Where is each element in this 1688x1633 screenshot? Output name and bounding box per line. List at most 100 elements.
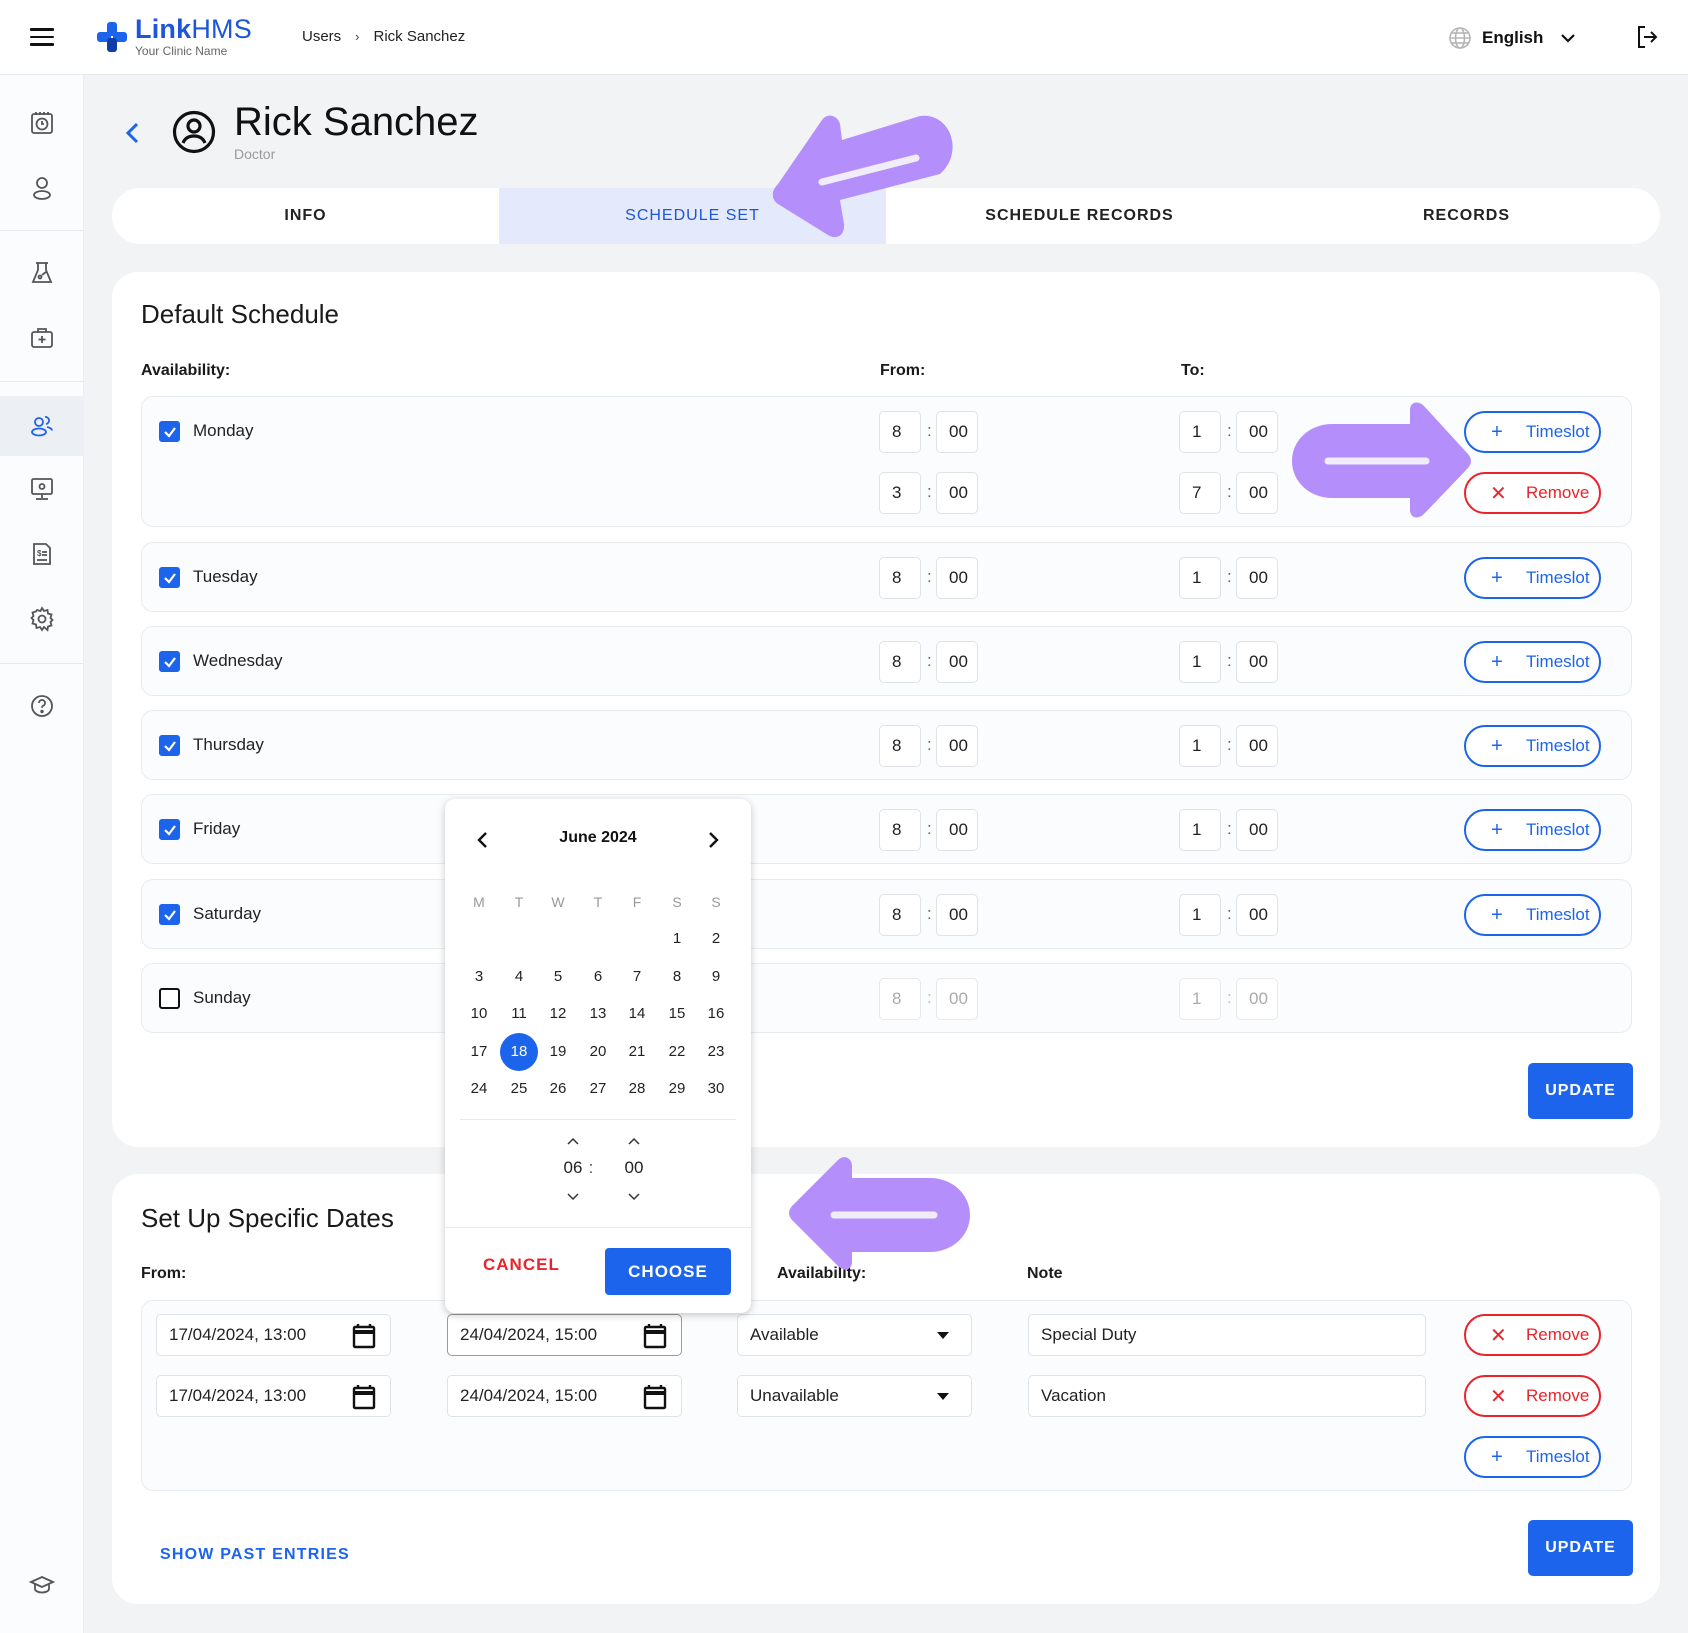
to-hour-input[interactable]: 1: [1179, 641, 1221, 683]
calendar-day[interactable]: 11: [500, 995, 538, 1033]
calendar-day[interactable]: 10: [460, 995, 498, 1033]
calendar-icon[interactable]: [352, 1323, 376, 1349]
sidebar-item-billing[interactable]: $: [0, 526, 84, 582]
to-hour-input[interactable]: 1: [1179, 411, 1221, 453]
calendar-day[interactable]: 25: [500, 1070, 538, 1108]
calendar-day[interactable]: 26: [539, 1070, 577, 1108]
day-checkbox[interactable]: [159, 421, 180, 442]
note-input[interactable]: Special Duty: [1028, 1314, 1426, 1356]
sidebar-item-patients[interactable]: [0, 160, 84, 216]
calendar-day[interactable]: 20: [579, 1033, 617, 1071]
calendar-day[interactable]: 1: [658, 920, 696, 958]
from-minute-input[interactable]: 00: [936, 809, 978, 851]
from-minute-input[interactable]: 00: [936, 641, 978, 683]
calendar-day[interactable]: 28: [618, 1070, 656, 1108]
to-datetime-input[interactable]: 24/04/2024, 15:00: [447, 1314, 682, 1356]
minute-value[interactable]: 00: [619, 1158, 649, 1178]
to-minute-input[interactable]: 00: [1236, 641, 1278, 683]
calendar-day[interactable]: 7: [618, 958, 656, 996]
calendar-day[interactable]: 2: [697, 920, 735, 958]
hour-down-icon[interactable]: [558, 1189, 588, 1205]
from-hour-input[interactable]: 8: [879, 411, 921, 453]
from-minute-input[interactable]: 00: [936, 472, 978, 514]
logout-icon[interactable]: [1634, 24, 1660, 50]
add-timeslot-button[interactable]: + Timeslot: [1464, 725, 1601, 767]
from-hour-input[interactable]: 8: [879, 725, 921, 767]
day-checkbox[interactable]: [159, 819, 180, 840]
from-hour-input[interactable]: 8: [879, 557, 921, 599]
calendar-day[interactable]: 30: [697, 1070, 735, 1108]
minute-down-icon[interactable]: [619, 1189, 649, 1205]
calendar-day[interactable]: 23: [697, 1033, 735, 1071]
breadcrumb-users[interactable]: Users: [302, 28, 341, 45]
day-checkbox[interactable]: [159, 567, 180, 588]
add-timeslot-button[interactable]: + Timeslot: [1464, 809, 1601, 851]
calendar-day[interactable]: 14: [618, 995, 656, 1033]
tab-schedule-records[interactable]: SCHEDULE RECORDS: [886, 188, 1273, 244]
remove-entry-button[interactable]: ✕ Remove: [1464, 1375, 1601, 1417]
to-minute-input[interactable]: 00: [1236, 472, 1278, 514]
sidebar-item-users[interactable]: [0, 396, 84, 456]
remove-timeslot-button[interactable]: ✕ Remove: [1464, 472, 1601, 514]
calendar-day[interactable]: 9: [697, 958, 735, 996]
note-input[interactable]: Vacation: [1028, 1375, 1426, 1417]
update-specific-dates-button[interactable]: UPDATE: [1528, 1520, 1633, 1576]
from-hour-input[interactable]: 8: [879, 809, 921, 851]
calendar-day[interactable]: 4: [500, 958, 538, 996]
calendar-day[interactable]: 6: [579, 958, 617, 996]
calendar-day[interactable]: 8: [658, 958, 696, 996]
calendar-day[interactable]: 12: [539, 995, 577, 1033]
hour-up-icon[interactable]: [558, 1133, 588, 1149]
day-checkbox[interactable]: [159, 904, 180, 925]
add-timeslot-button[interactable]: + Timeslot: [1464, 557, 1601, 599]
to-minute-input[interactable]: 00: [1236, 809, 1278, 851]
to-hour-input[interactable]: 7: [1179, 472, 1221, 514]
day-checkbox[interactable]: [159, 988, 180, 1009]
calendar-day[interactable]: 24: [460, 1070, 498, 1108]
calendar-icon[interactable]: [643, 1384, 667, 1410]
from-minute-input[interactable]: 00: [936, 557, 978, 599]
calendar-icon[interactable]: [352, 1384, 376, 1410]
to-hour-input[interactable]: 1: [1179, 978, 1221, 1020]
from-datetime-input[interactable]: 17/04/2024, 13:00: [156, 1314, 391, 1356]
calendar-day[interactable]: 27: [579, 1070, 617, 1108]
calendar-day-selected[interactable]: 18: [500, 1032, 538, 1071]
from-hour-input[interactable]: 8: [879, 894, 921, 936]
availability-select[interactable]: Unavailable: [737, 1375, 972, 1417]
from-hour-input[interactable]: 3: [879, 472, 921, 514]
remove-entry-button[interactable]: ✕ Remove: [1464, 1314, 1601, 1356]
update-default-schedule-button[interactable]: UPDATE: [1528, 1063, 1633, 1119]
calendar-day[interactable]: 15: [658, 995, 696, 1033]
to-minute-input[interactable]: 00: [1236, 411, 1278, 453]
to-minute-input[interactable]: 00: [1236, 725, 1278, 767]
calendar-icon[interactable]: [643, 1323, 667, 1349]
sidebar-item-training[interactable]: [0, 1557, 84, 1613]
sidebar-item-lab[interactable]: [0, 245, 84, 301]
from-minute-input[interactable]: 00: [936, 894, 978, 936]
next-month-icon[interactable]: [703, 829, 723, 851]
to-hour-input[interactable]: 1: [1179, 809, 1221, 851]
to-minute-input[interactable]: 00: [1236, 978, 1278, 1020]
from-minute-input[interactable]: 00: [936, 978, 978, 1020]
add-timeslot-button[interactable]: + Timeslot: [1464, 894, 1601, 936]
calendar-day[interactable]: 22: [658, 1033, 696, 1071]
calendar-day[interactable]: 29: [658, 1070, 696, 1108]
calendar-day[interactable]: 17: [460, 1033, 498, 1071]
sidebar-item-help[interactable]: [0, 678, 84, 734]
language-selector[interactable]: English: [1448, 26, 1577, 50]
from-hour-input[interactable]: 8: [879, 978, 921, 1020]
to-hour-input[interactable]: 1: [1179, 557, 1221, 599]
to-hour-input[interactable]: 1: [1179, 725, 1221, 767]
add-timeslot-button[interactable]: + Timeslot: [1464, 1436, 1601, 1478]
to-minute-input[interactable]: 00: [1236, 894, 1278, 936]
availability-select[interactable]: Available: [737, 1314, 972, 1356]
picker-cancel-button[interactable]: CANCEL: [483, 1255, 560, 1275]
sidebar-item-devices[interactable]: [0, 461, 84, 517]
minute-up-icon[interactable]: [619, 1133, 649, 1149]
calendar-day[interactable]: 19: [539, 1033, 577, 1071]
to-datetime-input[interactable]: 24/04/2024, 15:00: [447, 1375, 682, 1417]
sidebar-item-appointments[interactable]: [0, 95, 84, 151]
from-hour-input[interactable]: 8: [879, 641, 921, 683]
calendar-day[interactable]: 5: [539, 958, 577, 996]
from-datetime-input[interactable]: 17/04/2024, 13:00: [156, 1375, 391, 1417]
